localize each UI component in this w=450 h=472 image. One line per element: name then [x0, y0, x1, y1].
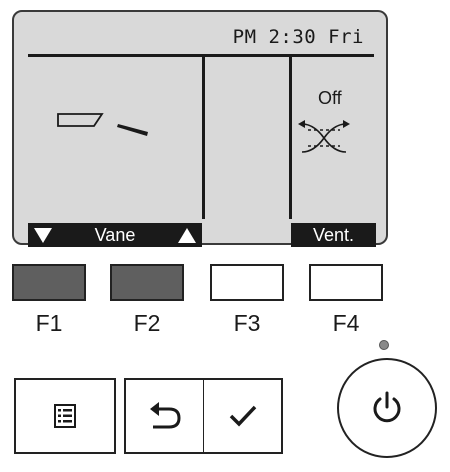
vent-label: Vent. [312, 224, 355, 245]
up-arrow-icon [177, 227, 196, 243]
f2-label: F2 [133, 310, 161, 336]
ventilation-icon [298, 120, 350, 153]
checkmark-icon [229, 405, 256, 427]
f4-button[interactable] [309, 264, 383, 301]
menu-list-icon [54, 404, 76, 428]
header-divider [28, 54, 374, 57]
vane-softkey-label: Vane [28, 223, 202, 247]
power-icon [373, 391, 401, 423]
clock-readout: PM 2:30 Fri [232, 26, 364, 48]
f1-button[interactable] [12, 264, 86, 301]
return-button[interactable] [124, 378, 204, 454]
down-arrow-icon [34, 227, 52, 243]
power-button[interactable] [337, 358, 437, 458]
return-arrow-icon [149, 402, 181, 429]
column-divider-1 [202, 57, 205, 219]
vane-icon [57, 113, 148, 136]
ok-button[interactable] [203, 378, 283, 454]
lcd-display: PM 2:30 Fri Off Vane Vent. [12, 10, 388, 247]
menu-button[interactable] [14, 378, 116, 454]
column-divider-2 [289, 57, 292, 219]
vent-softkey-label: Vent. [291, 223, 376, 247]
f3-button[interactable] [210, 264, 284, 301]
f1-label: F1 [35, 310, 63, 336]
vane-label: Vane [94, 224, 136, 245]
f3-label: F3 [233, 310, 261, 336]
operation-led [379, 340, 389, 350]
f2-button[interactable] [110, 264, 184, 301]
f4-label: F4 [332, 310, 360, 336]
vent-status: Off [318, 88, 342, 108]
